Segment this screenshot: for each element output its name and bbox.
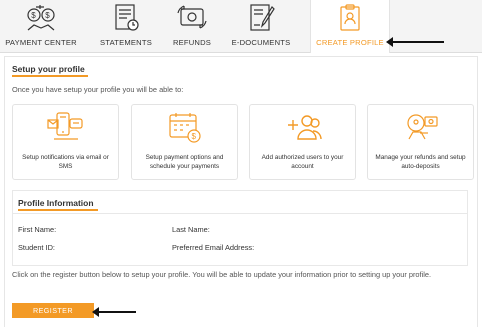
tab-label: REFUNDS	[172, 38, 212, 47]
feature-card-authorized-users: Add authorized users to your account	[249, 104, 356, 180]
top-navigation: $ $ PAYMENT CENTER STATEMENTS REFUNDS E-…	[0, 0, 482, 53]
notifications-icon	[46, 107, 86, 145]
feature-card-refunds: Manage your refunds and setup auto-depos…	[367, 104, 474, 180]
card-text: Setup notifications via email or SMS	[22, 154, 109, 170]
svg-text:$: $	[191, 132, 196, 141]
first-name-label: First Name:	[18, 225, 57, 234]
svg-text:$: $	[31, 11, 36, 20]
register-button[interactable]: REGISTER	[12, 303, 94, 318]
tab-label: CREATE PROFILE	[316, 38, 384, 47]
profile-information-title: Profile Information	[18, 198, 94, 208]
card-text: Setup payment options and schedule your …	[145, 154, 224, 170]
tab-label: STATEMENTS	[100, 38, 152, 47]
tab-label: PAYMENT CENTER	[5, 38, 77, 47]
tab-refunds[interactable]: REFUNDS	[166, 0, 218, 52]
title-underline	[18, 209, 98, 211]
setup-subtitle: Once you have setup your profile you wil…	[12, 85, 184, 94]
divider	[12, 213, 468, 214]
title-underline	[12, 75, 88, 77]
feature-card-notifications: Setup notifications via email or SMS	[12, 104, 119, 180]
tab-label: E-DOCUMENTS	[231, 38, 291, 47]
preferred-email-label: Preferred Email Address:	[172, 243, 255, 252]
register-note: Click on the register button below to se…	[12, 270, 432, 279]
statements-icon	[109, 3, 143, 33]
tab-statements[interactable]: STATEMENTS	[88, 0, 164, 52]
refunds-icon	[175, 3, 209, 33]
e-documents-icon	[244, 3, 278, 33]
card-text: Manage your refunds and setup auto-depos…	[375, 154, 466, 170]
add-user-icon	[283, 107, 323, 145]
tab-create-profile[interactable]: CREATE PROFILE	[310, 0, 390, 53]
pointer-arrow-register	[92, 307, 136, 317]
setup-title: Setup your profile	[12, 64, 85, 74]
card-text: Add authorized users to your account	[261, 154, 344, 170]
tab-e-documents[interactable]: E-DOCUMENTS	[228, 0, 294, 52]
payment-center-icon: $ $	[24, 3, 58, 33]
last-name-label: Last Name:	[172, 225, 210, 234]
tab-payment-center[interactable]: $ $ PAYMENT CENTER	[2, 0, 80, 52]
create-profile-icon	[333, 3, 367, 33]
calendar-payment-icon: $	[165, 107, 205, 145]
feature-card-payments: $ Setup payment options and schedule you…	[131, 104, 238, 180]
student-id-label: Student ID:	[18, 243, 55, 252]
refund-deposit-icon	[401, 107, 441, 145]
pointer-arrow-create-profile	[386, 37, 444, 47]
svg-text:$: $	[45, 11, 50, 20]
